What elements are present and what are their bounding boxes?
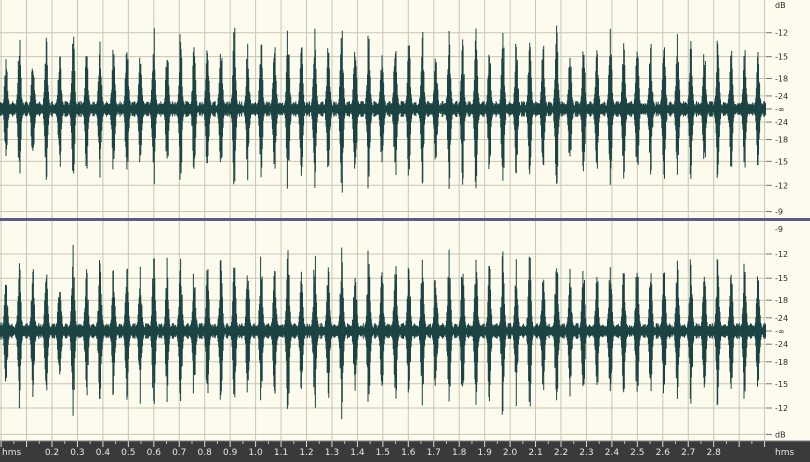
time-tick-label: 1.5 [376, 448, 390, 458]
db-scale-label: -24 [775, 92, 788, 101]
db-scale-label: -15 [775, 274, 788, 283]
db-scale-label: -24 [775, 340, 788, 349]
time-tick-label: 2.7 [681, 448, 695, 458]
db-scale-label: -15 [775, 157, 788, 166]
db-scale-right: -12 -15 -18 -24 -∞ -24 -18 -15 -12 dB -9 [766, 221, 810, 441]
db-scale-label: -∞ [775, 105, 785, 114]
time-tick-label: 0.7 [172, 448, 186, 458]
time-tick-label: 0.4 [96, 448, 111, 458]
time-tick-label: 1.2 [299, 448, 313, 458]
time-tick-label: 1.4 [350, 448, 365, 458]
db-scale-label: -18 [775, 358, 788, 367]
channel-left[interactable] [0, 0, 767, 218]
channel-divider[interactable] [0, 218, 810, 221]
waveform-display[interactable]: -12-15-18-24-∞-24-18-15-12-9 dB -12-15-1… [0, 0, 810, 462]
db-scale-label: -24 [775, 314, 788, 323]
time-tick-label: 2.2 [554, 448, 568, 458]
time-tick-label: 1.3 [325, 448, 339, 458]
db-scale-label: -18 [775, 136, 788, 145]
audio-editor: -12 -15 -18 -24 -∞ -24 -18 -15 -12 -9 dB -12 -15 -1… [0, 0, 810, 462]
time-tick-label: 0.5 [121, 448, 135, 458]
db-scale-left-top-label: dB [775, 1, 786, 10]
time-tick-label: 2.4 [605, 448, 620, 458]
db-scale-label: -24 [775, 118, 788, 127]
time-tick-label: 2.8 [707, 448, 722, 458]
db-scale-left: -12 -15 -18 -24 -∞ -24 -18 -15 -12 -9 dB [766, 0, 810, 218]
db-scale-label: -12 [775, 404, 788, 413]
time-tick-label: 0.2 [45, 448, 59, 458]
time-tick-label: 0.9 [223, 448, 238, 458]
time-tick-label: 2.5 [630, 448, 644, 458]
db-scale-label: -15 [775, 53, 788, 62]
db-scale-label: -15 [775, 380, 788, 389]
time-tick-label: 0.6 [147, 448, 162, 458]
time-tick-label: 1.6 [401, 448, 416, 458]
time-tick-label: 2.6 [656, 448, 671, 458]
db-scale-label: dB [775, 430, 786, 439]
db-scale-label: -∞ [775, 327, 785, 336]
time-tick-label: 1.1 [274, 448, 288, 458]
time-tick-label: 1.9 [477, 448, 492, 458]
channel-right[interactable] [0, 221, 767, 441]
time-tick-label: 2.1 [528, 448, 542, 458]
time-unit-label-right: hms [775, 448, 794, 458]
db-scale-label: -12 [775, 29, 788, 38]
time-ruler[interactable]: 0.2 0.3 0.4 0.5 0.6 0.7 0.8 0.9 1.0 1.1 1.2 1.3 1.4 1… [0, 440, 810, 462]
time-tick-label: 1.8 [452, 448, 467, 458]
time-tick-label: 2.0 [503, 448, 518, 458]
time-tick-label: 1.7 [427, 448, 441, 458]
db-scale-label: -9 [775, 207, 783, 216]
db-scale-label: -18 [775, 74, 788, 83]
time-tick-label: 2.3 [579, 448, 593, 458]
db-scale-label: -12 [775, 181, 788, 190]
time-tick-label: 0.8 [198, 448, 213, 458]
time-tick-label: 1.0 [248, 448, 263, 458]
db-scale-label: -18 [775, 296, 788, 305]
db-scale-right-top-label: -9 [775, 225, 783, 234]
time-unit-label-left: hms [2, 448, 21, 458]
time-tick-label: 0.3 [70, 448, 84, 458]
db-scale-label: -12 [775, 250, 788, 259]
